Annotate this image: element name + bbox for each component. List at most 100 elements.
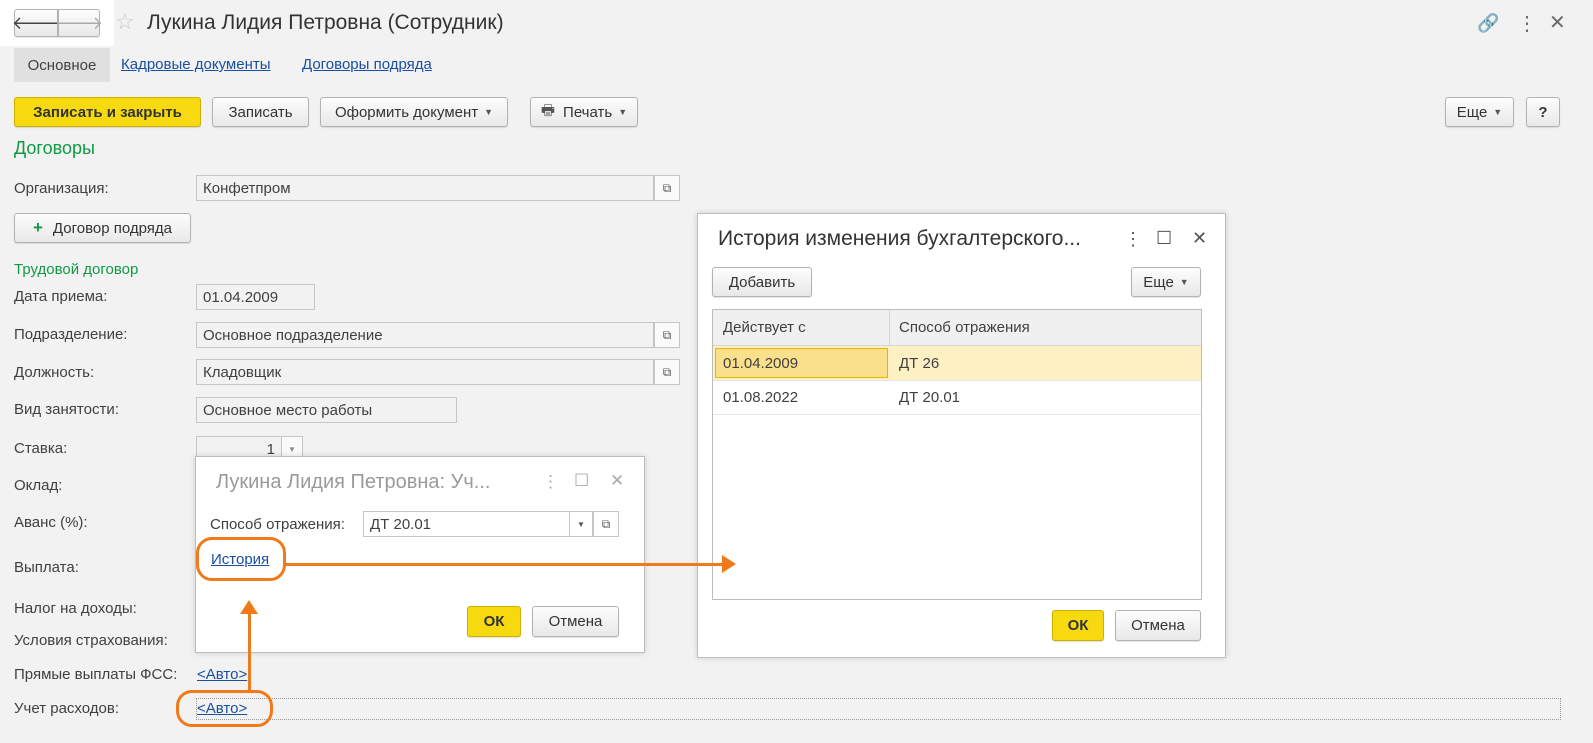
arrow-line-vertical: [248, 612, 251, 692]
org-value: Конфетпром: [203, 179, 291, 197]
method-open-button[interactable]: ⧉: [593, 511, 619, 537]
position-field[interactable]: Кладовщик: [196, 359, 654, 385]
save-close-label: Записать и закрыть: [33, 103, 182, 121]
table-row[interactable]: 01.08.2022 ДТ 20.01: [713, 381, 1201, 415]
org-open-button[interactable]: ⧉: [654, 175, 680, 201]
tab-contracts[interactable]: Договоры подряда: [302, 56, 432, 73]
tab-hr-docs[interactable]: Кадровые документы: [121, 56, 271, 73]
method-value: ДТ 20.01: [370, 515, 432, 533]
make-document-button[interactable]: Оформить документ ▼: [320, 97, 508, 127]
payment-label: Выплата:: [14, 559, 79, 576]
column-header-method-label: Способ отражения: [899, 319, 1030, 336]
chevron-down-icon: ▼: [577, 519, 585, 529]
add-contract-button[interactable]: + Договор подряда: [14, 213, 191, 243]
close-icon[interactable]: ✕: [1192, 228, 1207, 249]
more-vertical-icon[interactable]: ⋮: [1517, 11, 1537, 36]
make-document-label: Оформить документ: [334, 103, 479, 121]
position-open-button[interactable]: ⧉: [654, 359, 680, 385]
fss-label: Прямые выплаты ФСС:: [14, 666, 178, 683]
hire-date-value: 01.04.2009: [203, 288, 279, 306]
star-icon[interactable]: ☆: [115, 9, 135, 35]
save-close-button[interactable]: Записать и закрыть: [14, 97, 201, 127]
more-label: Еще: [1456, 103, 1488, 121]
chevron-down-icon: ▼: [1179, 277, 1189, 287]
column-header-date[interactable]: Действует с: [713, 310, 890, 345]
more-vertical-icon[interactable]: ⋮: [542, 472, 559, 492]
link-icon[interactable]: 🔗: [1477, 13, 1499, 34]
salary-label: Оклад:: [14, 477, 63, 494]
history-more-label: Еще: [1143, 273, 1174, 291]
print-label: Печать: [563, 103, 613, 121]
row-method: ДТ 20.01: [899, 389, 961, 406]
page-title: Лукина Лидия Петровна (Сотрудник): [147, 11, 504, 34]
more-button[interactable]: Еще ▼: [1445, 97, 1514, 127]
accounting-dialog-title: Лукина Лидия Петровна: Уч...: [216, 471, 491, 493]
history-table-header: Действует с Способ отражения: [713, 310, 1201, 346]
row-date: 01.08.2022: [723, 389, 799, 406]
expense-label: Учет расходов:: [14, 700, 119, 717]
advance-label: Аванс (%):: [14, 514, 88, 531]
employment-type-field[interactable]: Основное место работы: [196, 397, 457, 423]
hire-date-label: Дата приема:: [14, 288, 108, 305]
history-table: Действует с Способ отражения 01.04.2009 …: [712, 309, 1202, 600]
table-row[interactable]: 01.04.2009 ДТ 26: [713, 346, 1201, 381]
dept-open-button[interactable]: ⧉: [654, 322, 680, 348]
org-label: Организация:: [14, 180, 109, 197]
arrow-head-right-icon: [722, 555, 736, 573]
column-header-date-label: Действует с: [723, 319, 806, 336]
save-label: Записать: [228, 103, 293, 121]
tab-main[interactable]: Основное: [14, 48, 110, 82]
rate-value: 1: [266, 440, 275, 458]
arrow-line-horizontal: [286, 563, 726, 566]
dept-label: Подразделение:: [14, 326, 128, 343]
arrow-left-icon: 🡐: [11, 12, 61, 33]
expense-row-frame: [196, 698, 1561, 720]
history-ok-button[interactable]: ОК: [1052, 610, 1104, 641]
plus-icon: +: [32, 218, 43, 237]
row-method: ДТ 26: [899, 355, 940, 372]
employment-title: Трудовой договор: [14, 261, 139, 278]
maximize-icon[interactable]: ☐: [574, 471, 589, 491]
history-cancel-label: Отмена: [1131, 617, 1185, 634]
method-label: Способ отражения:: [210, 516, 345, 533]
org-field[interactable]: Конфетпром: [196, 175, 654, 201]
method-dropdown-button[interactable]: ▼: [569, 511, 593, 537]
open-icon: ⧉: [662, 327, 672, 342]
column-header-method[interactable]: Способ отражения: [890, 310, 1201, 345]
history-cancel-button[interactable]: Отмена: [1115, 610, 1201, 641]
position-label: Должность:: [14, 364, 95, 381]
save-button[interactable]: Записать: [212, 97, 309, 127]
dept-field[interactable]: Основное подразделение: [196, 322, 654, 348]
history-more-button[interactable]: Еще ▼: [1131, 267, 1201, 297]
maximize-icon[interactable]: ☐: [1156, 228, 1172, 249]
help-button[interactable]: ?: [1526, 97, 1560, 127]
open-icon: ⧉: [662, 364, 672, 379]
close-icon[interactable]: ✕: [610, 471, 624, 491]
print-button[interactable]: 🖶 Печать ▼: [530, 97, 638, 127]
back-button[interactable]: 🡐: [11, 9, 61, 37]
fss-link[interactable]: <Авто>: [197, 666, 247, 683]
hire-date-field[interactable]: 01.04.2009: [196, 284, 315, 310]
close-icon[interactable]: ✕: [1549, 10, 1566, 35]
small-cancel-label: Отмена: [548, 613, 603, 630]
employment-type-label: Вид занятости:: [14, 401, 119, 418]
small-ok-button[interactable]: ОК: [467, 606, 521, 637]
position-value: Кладовщик: [203, 363, 282, 381]
chevron-down-icon: ▼: [288, 444, 296, 454]
help-label: ?: [1538, 103, 1548, 121]
insurance-label: Условия страхования:: [14, 632, 168, 649]
history-add-label: Добавить: [728, 273, 796, 291]
tax-label: Налог на доходы:: [14, 600, 137, 617]
tab-main-label: Основное: [27, 56, 97, 74]
dept-value: Основное подразделение: [203, 326, 383, 344]
open-icon: ⧉: [662, 180, 672, 195]
more-vertical-icon[interactable]: ⋮: [1124, 229, 1142, 250]
small-cancel-button[interactable]: Отмена: [532, 606, 619, 637]
history-add-button[interactable]: Добавить: [712, 267, 812, 297]
method-field[interactable]: ДТ 20.01: [363, 511, 570, 537]
printer-icon: 🖶: [540, 101, 556, 119]
row-date: 01.04.2009: [723, 355, 799, 372]
highlight-history-ring: [196, 537, 286, 581]
forward-button[interactable]: 🡒: [55, 9, 103, 37]
add-contract-label: Договор подряда: [52, 219, 173, 237]
